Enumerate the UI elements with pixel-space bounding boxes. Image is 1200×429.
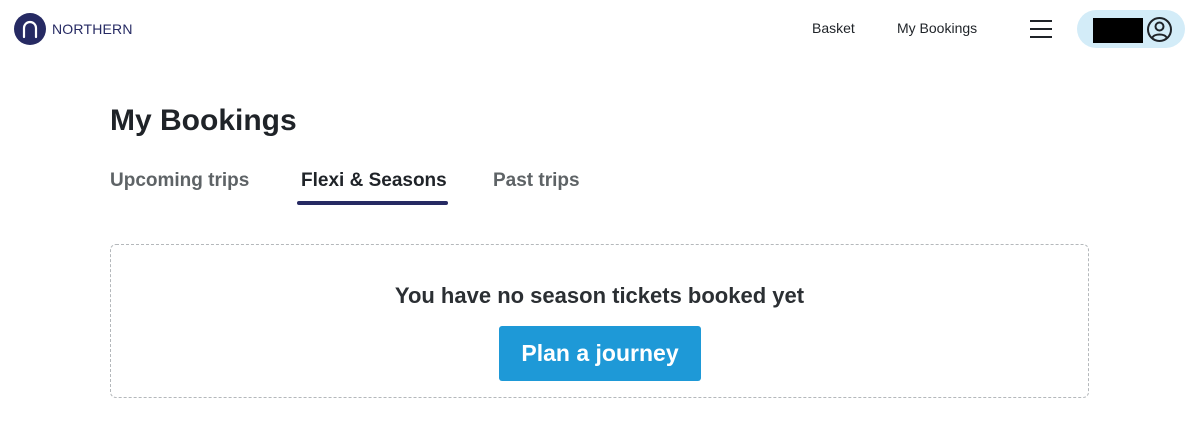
northern-logo[interactable]: NORTHERN [14, 13, 133, 45]
empty-state-message: You have no season tickets booked yet [394, 283, 805, 308]
tab-upcoming-trips[interactable]: Upcoming trips [110, 170, 249, 192]
account-button[interactable] [1077, 10, 1185, 48]
site-header: NORTHERN Basket My Bookings [0, 0, 1200, 60]
active-tab-indicator [297, 201, 448, 205]
my-bookings-link[interactable]: My Bookings [897, 20, 977, 36]
user-circle-icon [1147, 17, 1172, 42]
page-title: My Bookings [110, 104, 297, 137]
empty-state-card: You have no season tickets booked yet Pl… [110, 244, 1089, 398]
tab-past-trips[interactable]: Past trips [493, 170, 580, 192]
hamburger-menu-icon[interactable] [1030, 20, 1054, 40]
basket-link[interactable]: Basket [812, 20, 855, 36]
tab-flexi-seasons[interactable]: Flexi & Seasons [301, 170, 447, 192]
plan-journey-button[interactable]: Plan a journey [499, 326, 701, 381]
northern-logo-icon [14, 13, 46, 45]
bookings-tabs: Upcoming trips Flexi & Seasons Past trip… [0, 167, 1200, 207]
logo-text: NORTHERN [52, 21, 133, 37]
redacted-username [1093, 18, 1143, 43]
